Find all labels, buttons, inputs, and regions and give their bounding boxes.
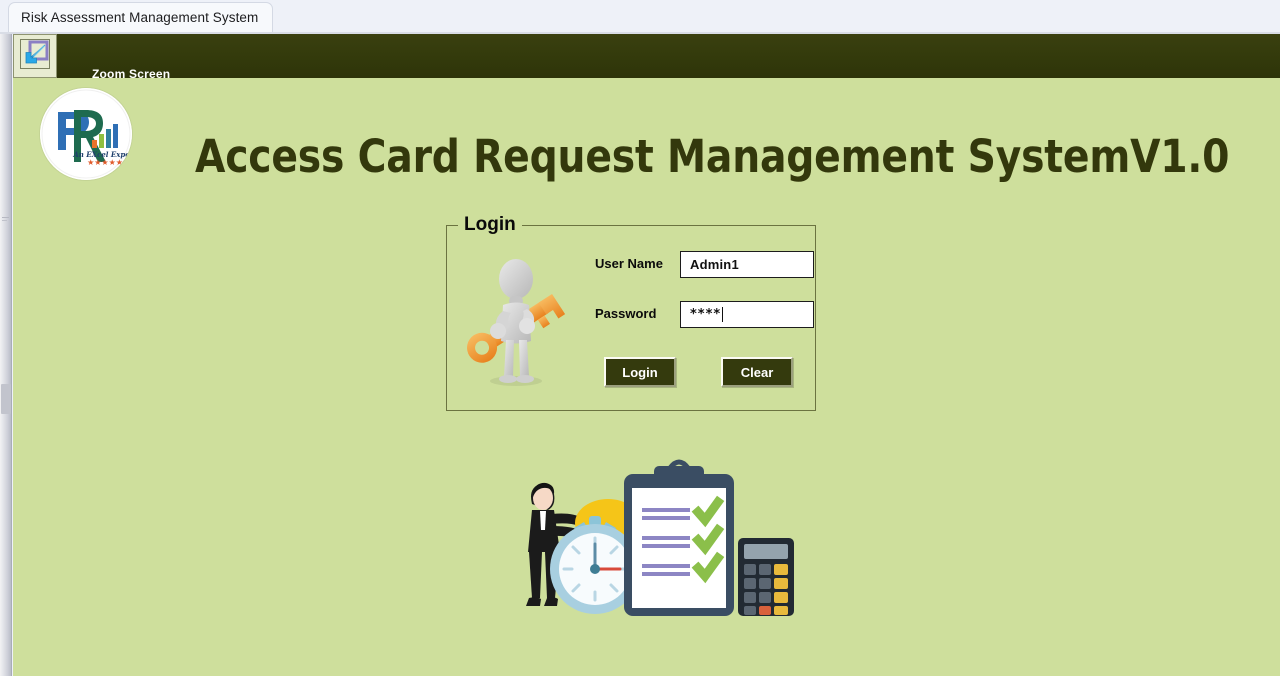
password-input-value: **** — [690, 307, 722, 322]
clear-button-label: Clear — [740, 364, 774, 380]
page-title: Access Card Request Management SystemV1.… — [195, 125, 1229, 187]
password-label: Password — [595, 306, 657, 321]
left-pane-tick — [2, 217, 9, 218]
username-input-value: Admin1 — [690, 257, 739, 272]
username-label: User Name — [595, 256, 663, 271]
shrink-screen-icon — [19, 38, 51, 75]
login-group-box: Login User Name Admin1 Password **** Log… — [446, 213, 816, 411]
password-input[interactable]: **** — [680, 301, 814, 328]
shrink-screen-button[interactable] — [13, 34, 57, 78]
svg-text:★★★★★: ★★★★★ — [87, 158, 123, 167]
productivity-illustration-icon — [496, 456, 806, 626]
form-canvas: An EXcel Expert ★★★★★ Access Card Reques… — [13, 78, 1280, 676]
window-tab[interactable]: Risk Assessment Management System — [8, 2, 274, 32]
username-input[interactable]: Admin1 — [680, 251, 814, 278]
company-logo: An EXcel Expert ★★★★★ — [40, 88, 132, 180]
window-tab-strip: Risk Assessment Management System — [0, 0, 1280, 33]
clear-button[interactable]: Clear — [721, 357, 793, 387]
application-window: Risk Assessment Management System Zoom S… — [0, 0, 1280, 676]
zoom-toolbar: Zoom Screen - + — [13, 34, 1280, 104]
text-caret — [722, 307, 724, 322]
login-button[interactable]: Login — [604, 357, 676, 387]
left-collapsed-pane[interactable] — [0, 34, 12, 676]
left-pane-scroll-thumb[interactable] — [1, 384, 11, 414]
left-pane-tick-secondary — [2, 220, 7, 221]
login-button-label: Login — [622, 364, 658, 380]
window-tab-title: Risk Assessment Management System — [21, 10, 259, 25]
key-holder-illustration-icon — [467, 253, 577, 388]
login-legend: Login — [458, 213, 522, 237]
page-title-text: Access Card Request Management SystemV1.… — [195, 129, 1230, 183]
